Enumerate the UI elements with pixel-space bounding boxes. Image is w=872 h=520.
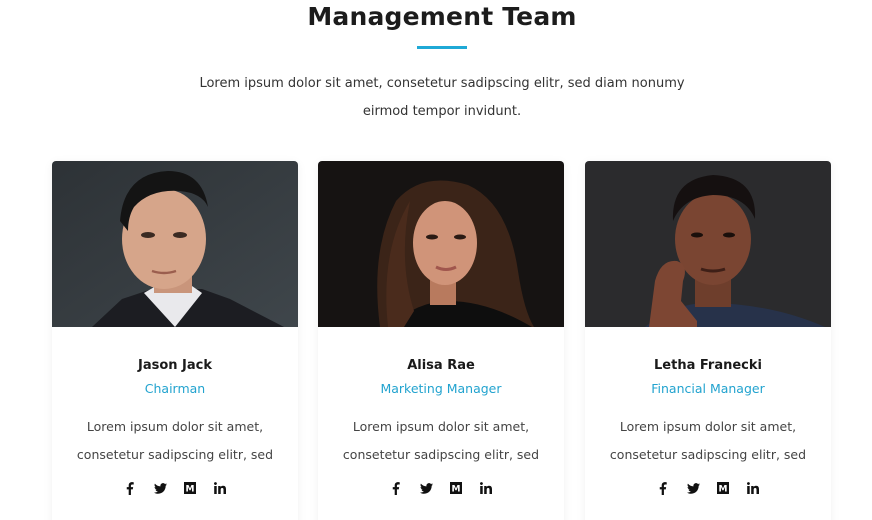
linkedin-icon[interactable]: [746, 480, 760, 496]
linkedin-icon[interactable]: [479, 480, 493, 496]
member-photo: [318, 161, 564, 327]
medium-icon[interactable]: M: [449, 480, 463, 496]
member-role: Financial Manager: [651, 381, 765, 396]
section-intro: Lorem ipsum dolor sit amet, consetetur s…: [199, 76, 685, 119]
management-team-section: Management Team Lorem ipsum dolor sit am…: [0, 0, 872, 520]
svg-text:M: M: [719, 485, 728, 495]
team-member-card: Alisa Rae Marketing Manager Lorem ipsum …: [318, 161, 564, 520]
social-links: M: [318, 480, 564, 496]
svg-text:M: M: [186, 485, 195, 495]
member-name: Jason Jack: [137, 358, 213, 373]
medium-icon[interactable]: M: [183, 480, 197, 496]
member-bio: Lorem ipsum dolor sit amet, consetetur s…: [609, 419, 807, 462]
title-underline: [417, 46, 467, 49]
facebook-icon[interactable]: [123, 480, 137, 496]
twitter-icon[interactable]: [153, 480, 167, 496]
team-member-card: Jason Jack Chairman Lorem ipsum dolor si…: [52, 161, 298, 520]
twitter-icon[interactable]: [686, 480, 700, 496]
member-name: Letha Franecki: [654, 358, 762, 373]
member-photo-image: [52, 161, 298, 327]
member-photo: [585, 161, 831, 327]
svg-text:M: M: [452, 485, 461, 495]
facebook-icon[interactable]: [389, 480, 403, 496]
social-links: M: [585, 480, 831, 496]
member-bio: Lorem ipsum dolor sit amet, consetetur s…: [342, 419, 540, 462]
facebook-icon[interactable]: [656, 480, 670, 496]
member-role: Marketing Manager: [380, 381, 502, 396]
section-title: Management Team: [307, 2, 577, 31]
social-links: M: [52, 480, 298, 496]
member-name: Alisa Rae: [407, 358, 475, 373]
twitter-icon[interactable]: [419, 480, 433, 496]
member-photo-image: [318, 161, 564, 327]
member-photo: [52, 161, 298, 327]
member-bio: Lorem ipsum dolor sit amet, consetetur s…: [76, 419, 274, 462]
linkedin-icon[interactable]: [213, 480, 227, 496]
team-member-card: Letha Franecki Financial Manager Lorem i…: [585, 161, 831, 520]
member-photo-image: [585, 161, 831, 327]
medium-icon[interactable]: M: [716, 480, 730, 496]
member-role: Chairman: [144, 381, 206, 396]
